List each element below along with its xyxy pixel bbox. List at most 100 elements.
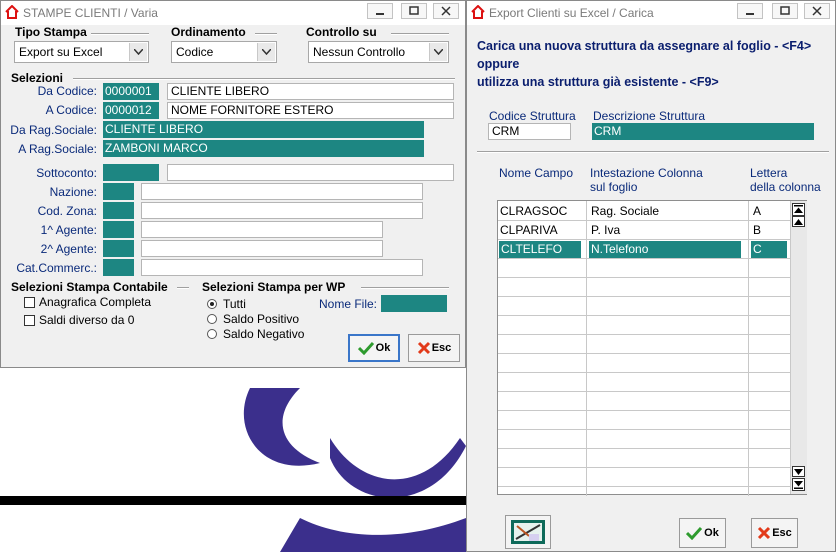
scroll-up-icon xyxy=(794,218,803,225)
agente2-code-field[interactable] xyxy=(103,240,134,257)
cat-commerc-desc-field[interactable] xyxy=(141,259,423,276)
saldi-diverso-checkbox[interactable] xyxy=(24,315,35,326)
table-row-2-lettera[interactable]: B xyxy=(751,221,787,240)
checkmark-icon xyxy=(357,341,374,355)
ordinamento-label: Ordinamento xyxy=(171,25,246,39)
minimize-button[interactable] xyxy=(737,3,763,19)
table-row-2-intest[interactable]: P. Iva xyxy=(589,221,747,240)
agente1-desc-field[interactable] xyxy=(141,221,383,238)
right-esc-label: Esc xyxy=(772,527,792,539)
left-ok-label: Ok xyxy=(375,342,391,354)
close-button[interactable] xyxy=(804,3,830,19)
table-row-3-nome[interactable]: CLTELEFO xyxy=(499,241,581,258)
sel-wp-divider xyxy=(361,287,449,289)
maximize-button[interactable] xyxy=(401,3,427,19)
sottoconto-desc-field[interactable] xyxy=(167,164,454,181)
right-esc-button[interactable]: Esc xyxy=(751,518,798,548)
nazione-desc-field[interactable] xyxy=(141,183,423,200)
scroll-down-icon xyxy=(794,468,803,475)
agente1-code-field[interactable] xyxy=(103,221,134,238)
tutti-label: Tutti xyxy=(223,297,246,311)
saldo-negativo-radio[interactable] xyxy=(207,329,217,339)
chevron-down-icon xyxy=(429,43,447,61)
export-clienti-window: Export Clienti su Excel / Carica Carica … xyxy=(466,0,836,552)
app-home-icon xyxy=(5,5,19,19)
left-title-bar: STAMPE CLIENTI / Varia xyxy=(1,1,465,25)
tipo-stampa-divider xyxy=(91,33,149,35)
sottoconto-code-field[interactable] xyxy=(103,164,159,181)
col-intestazione-header-1: Intestazione Colonna xyxy=(590,166,703,180)
agente2-desc-field[interactable] xyxy=(141,240,383,257)
cod-zona-label: Cod. Zona: xyxy=(37,204,97,218)
cat-commerc-code-field[interactable] xyxy=(103,259,134,276)
agente2-label: 2^ Agente: xyxy=(40,242,97,256)
struttura-divider xyxy=(477,151,829,153)
maximize-icon xyxy=(780,6,790,15)
instruction-line-2: oppure xyxy=(477,57,520,71)
scroll-top-icon xyxy=(794,205,803,213)
a-codice-desc-field[interactable]: NOME FORNITORE ESTERO xyxy=(167,102,454,119)
controllo-su-select[interactable]: Nessun Controllo xyxy=(308,41,449,63)
col-intestazione-header-2: sul foglio xyxy=(590,180,638,194)
table-row-1-nome[interactable]: CLRAGSOC xyxy=(498,202,586,221)
selezioni-label: Selezioni xyxy=(11,71,64,85)
anagrafica-completa-checkbox[interactable] xyxy=(24,297,35,308)
scroll-top-button[interactable] xyxy=(792,203,805,216)
table-row-1-lettera[interactable]: A xyxy=(751,202,787,221)
nazione-code-field[interactable] xyxy=(103,183,134,200)
scroll-bottom-button[interactable] xyxy=(792,478,805,491)
cat-commerc-label: Cat.Commerc.: xyxy=(16,261,97,275)
table-row-2-nome[interactable]: CLPARIVA xyxy=(498,221,586,240)
tipo-stampa-select[interactable]: Export su Excel xyxy=(14,41,149,63)
codice-struttura-label: Codice Struttura xyxy=(489,109,576,123)
a-rag-sociale-field[interactable]: ZAMBONI MARCO xyxy=(103,140,424,157)
da-codice-code-field[interactable]: 0000001 xyxy=(103,83,159,100)
codice-struttura-field[interactable]: CRM xyxy=(488,123,571,140)
sottoconto-label: Sottoconto: xyxy=(36,166,97,180)
da-codice-desc-field[interactable]: CLIENTE LIBERO xyxy=(167,83,454,100)
cod-zona-code-field[interactable] xyxy=(103,202,134,219)
a-codice-label: A Codice: xyxy=(45,103,97,117)
scroll-down-button[interactable] xyxy=(792,466,805,477)
ordinamento-divider xyxy=(255,33,277,35)
right-ok-button[interactable]: Ok xyxy=(679,518,726,548)
nome-file-field[interactable] xyxy=(381,295,447,312)
app-home-icon xyxy=(471,5,485,19)
nome-file-label: Nome File: xyxy=(319,297,378,311)
tutti-radio[interactable] xyxy=(207,299,217,309)
a-rag-sociale-label: A Rag.Sociale: xyxy=(18,142,97,156)
agente1-label: 1^ Agente: xyxy=(40,223,97,237)
anagrafica-completa-label: Anagrafica Completa xyxy=(39,295,152,309)
table-row-3-intest[interactable]: N.Telefono xyxy=(589,241,741,258)
close-button[interactable] xyxy=(433,3,459,19)
table-row-1-intest[interactable]: Rag. Sociale xyxy=(589,202,747,221)
ordinamento-select[interactable]: Codice xyxy=(171,41,277,63)
table-scrollbar[interactable] xyxy=(790,201,807,494)
left-esc-button[interactable]: Esc xyxy=(408,334,460,362)
scroll-up-button[interactable] xyxy=(792,216,805,227)
spreadsheet-wizard-icon xyxy=(511,520,545,544)
a-codice-code-field[interactable]: 0000012 xyxy=(103,102,159,119)
minimize-button[interactable] xyxy=(367,3,393,19)
maximize-button[interactable] xyxy=(772,3,798,19)
descrizione-struttura-field[interactable]: CRM xyxy=(592,123,814,140)
left-window-title: STAMPE CLIENTI / Varia xyxy=(23,6,158,20)
da-rag-sociale-field[interactable]: CLIENTE LIBERO xyxy=(103,121,424,138)
saldo-positivo-radio[interactable] xyxy=(207,314,217,324)
load-structure-button[interactable] xyxy=(505,515,551,549)
right-window-title: Export Clienti su Excel / Carica xyxy=(489,6,654,20)
sel-wp-label: Selezioni Stampa per WP xyxy=(202,280,346,294)
left-ok-button[interactable]: Ok xyxy=(348,334,400,362)
struttura-table[interactable]: CLRAGSOC Rag. Sociale A CLPARIVA P. Iva … xyxy=(497,200,807,496)
close-icon xyxy=(441,6,451,16)
saldo-positivo-label: Saldo Positivo xyxy=(223,312,300,326)
decorative-swirl-graphic xyxy=(0,388,466,552)
col-lettera-header-1: Lettera xyxy=(750,166,788,180)
col-lettera-header-2: della colonna xyxy=(750,180,821,194)
tipo-stampa-value: Export su Excel xyxy=(19,45,103,59)
table-row-3-lettera[interactable]: C xyxy=(751,241,787,258)
selezioni-divider xyxy=(73,78,455,80)
background-artwork xyxy=(0,368,466,552)
cod-zona-desc-field[interactable] xyxy=(141,202,423,219)
controllo-su-value: Nessun Controllo xyxy=(313,45,406,59)
